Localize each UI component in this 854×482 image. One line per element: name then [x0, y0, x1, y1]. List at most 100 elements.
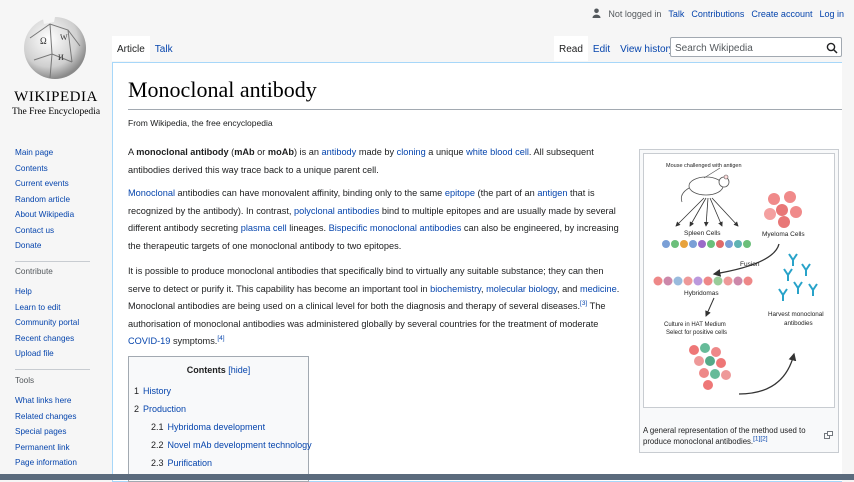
link-cloning[interactable]: cloning: [397, 147, 426, 157]
sidebar-item-community-portal[interactable]: Community portal: [15, 318, 79, 327]
figure-thumbnail: Mouse challenged with antigen Spleen Cel…: [639, 149, 839, 453]
personal-tools: Not logged in Talk Contributions Create …: [592, 8, 844, 20]
wordmark: WIKIPEDIA: [14, 89, 98, 105]
bold-term: mAb: [234, 147, 255, 157]
text: antibodies can have monovalent affinity,…: [175, 188, 445, 198]
toc-item-novel-mab[interactable]: 2.2 Novel mAb development technology: [151, 440, 312, 450]
svg-text:W: W: [60, 33, 68, 42]
label-culture-1: Culture in HAT Medium: [664, 322, 726, 328]
bold-term: monoclonal antibody: [136, 147, 229, 157]
sidebar-item-donate[interactable]: Donate: [15, 241, 41, 250]
link-polyclonal-antibodies[interactable]: polyclonal antibodies: [294, 206, 379, 216]
tab-read[interactable]: Read: [554, 36, 588, 61]
tab-article[interactable]: Article: [112, 36, 150, 61]
text: made by: [356, 147, 397, 157]
link-plasma-cell[interactable]: plasma cell: [241, 223, 287, 233]
link-molecular-biology[interactable]: molecular biology: [486, 284, 557, 294]
toc-label: History: [143, 386, 172, 396]
toc-number: 2.3: [151, 458, 164, 468]
label-hybridomas: Hybridomas: [684, 290, 719, 297]
site-subtitle: From Wikipedia, the free encyclopedia: [128, 118, 273, 128]
link-epitope[interactable]: epitope: [445, 188, 475, 198]
sidebar-item-contact[interactable]: Contact us: [15, 226, 54, 235]
monoclonal-production-diagram: Mouse challenged with antigen Spleen Cel…: [653, 163, 824, 395]
divider: [15, 261, 90, 262]
toc-header: Contents [hide]: [129, 365, 308, 375]
label-mouse: Mouse challenged with antigen: [666, 163, 742, 169]
tab-edit[interactable]: Edit: [588, 36, 615, 61]
toc-label: Production: [143, 404, 187, 414]
sidebar-item-main-page[interactable]: Main page: [15, 148, 53, 157]
toc-number: 2.1: [151, 422, 164, 432]
reference-4[interactable]: [4]: [217, 335, 224, 342]
toc-item-history[interactable]: 1 History: [134, 386, 171, 396]
toc-label: Hybridoma development: [167, 422, 266, 432]
link-monoclonal[interactable]: Monoclonal: [128, 188, 175, 198]
hybridomas-icon: [653, 276, 753, 286]
text: A: [128, 147, 137, 157]
link-biochemistry[interactable]: biochemistry: [430, 284, 481, 294]
link-antibody[interactable]: antibody: [322, 147, 357, 157]
tagline: The Free Encyclopedia: [11, 107, 101, 117]
login-status: Not logged in: [608, 9, 662, 19]
text: a unique: [425, 147, 467, 157]
page-title: Monoclonal antibody: [128, 77, 317, 102]
toc-item-production[interactable]: 2 Production: [134, 404, 186, 414]
sidebar-item-current-events[interactable]: Current events: [15, 179, 69, 188]
window-bottom-edge: [0, 474, 854, 480]
sidebar-item-page-information[interactable]: Page information: [15, 458, 77, 467]
toc-item-purification[interactable]: 2.3 Purification: [151, 458, 212, 468]
search-icon[interactable]: [826, 41, 838, 59]
mouse-icon: [680, 167, 730, 203]
sidebar-item-special-pages[interactable]: Special pages: [15, 427, 66, 436]
sidebar-item-related-changes[interactable]: Related changes: [15, 412, 76, 421]
toc-label: Novel mAb development technology: [167, 440, 312, 450]
tab-talk[interactable]: Talk: [150, 36, 178, 61]
sidebar-item-about[interactable]: About Wikipedia: [15, 210, 74, 219]
toc-hide-toggle[interactable]: [hide]: [228, 365, 250, 375]
toc-number: 2: [134, 404, 140, 414]
puzzle-globe-icon: Ω W И: [24, 12, 86, 79]
sidebar-item-contents[interactable]: Contents: [15, 164, 48, 173]
cultured-cells-icon: [689, 343, 731, 390]
search-input[interactable]: [671, 39, 825, 58]
sidebar-item-permanent-link[interactable]: Permanent link: [15, 443, 70, 452]
link-covid-19[interactable]: COVID-19: [128, 336, 170, 346]
text: (the part of an: [475, 188, 538, 198]
contributions-link[interactable]: Contributions: [691, 9, 744, 19]
link-medicine[interactable]: medicine: [580, 284, 617, 294]
sidebar-item-learn-to-edit[interactable]: Learn to edit: [15, 303, 61, 312]
text: or: [254, 147, 268, 157]
toc-item-hybridoma[interactable]: 2.1 Hybridoma development: [151, 422, 265, 432]
paragraph-affinity: Monoclonal antibodies can have monovalen…: [128, 185, 624, 255]
sidebar-item-upload-file[interactable]: Upload file: [15, 349, 54, 358]
wikipedia-logo[interactable]: Ω W И WIKIPEDIA The Free Encyclopedia: [0, 0, 112, 130]
link-antigen[interactable]: antigen: [537, 188, 567, 198]
sidebar-item-random-article[interactable]: Random article: [15, 195, 70, 204]
caption-text: A general representation of the method u…: [643, 426, 806, 446]
login-link[interactable]: Log in: [819, 9, 844, 19]
caption-reference[interactable]: [1][2]: [753, 435, 767, 443]
svg-text:Ω: Ω: [40, 36, 47, 46]
spleen-cells-icon: [662, 240, 751, 248]
sidebar-item-help[interactable]: Help: [15, 287, 32, 296]
figure-caption: A general representation of the method u…: [643, 425, 833, 447]
sidebar-heading-contribute: Contribute: [15, 267, 53, 276]
search-box: [670, 37, 842, 59]
view-tabs: Read Edit View history: [554, 36, 679, 61]
divider: [15, 369, 90, 370]
sidebar-item-what-links-here[interactable]: What links here: [15, 396, 71, 405]
divider: [128, 109, 842, 110]
create-account-link[interactable]: Create account: [751, 9, 812, 19]
sidebar-item-recent-changes[interactable]: Recent changes: [15, 334, 74, 343]
toc-number: 1: [134, 386, 140, 396]
link-white-blood-cell[interactable]: white blood cell: [466, 147, 529, 157]
label-harvest-1: Harvest monoclonal: [768, 311, 824, 318]
talk-link[interactable]: Talk: [668, 9, 684, 19]
link-bispecific[interactable]: Bispecific monoclonal antibodies: [329, 223, 462, 233]
toc-number: 2.2: [151, 440, 164, 450]
label-myeloma: Myeloma Cells: [762, 231, 805, 238]
text: symptoms.: [170, 336, 218, 346]
figure-image[interactable]: Mouse challenged with antigen Spleen Cel…: [643, 153, 835, 408]
label-harvest-2: antibodies: [784, 320, 813, 327]
